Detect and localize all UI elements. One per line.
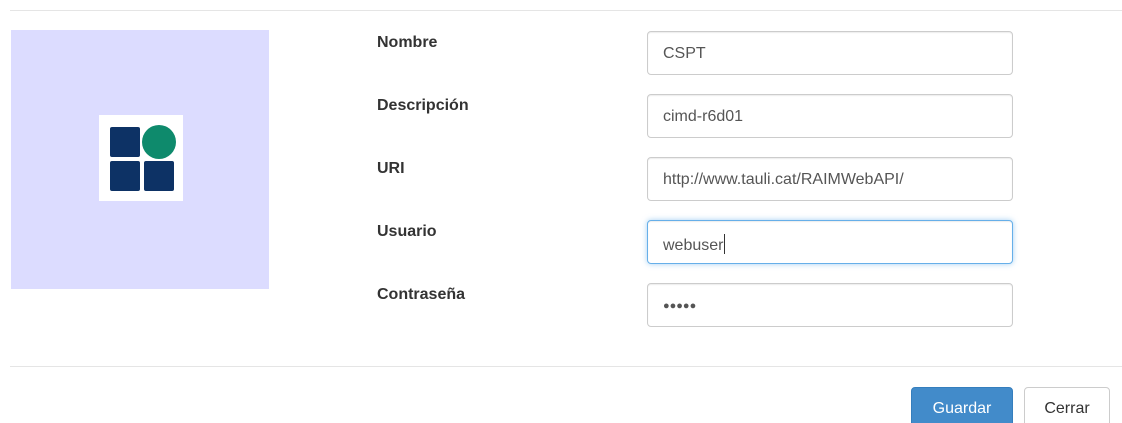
form-row-contrasena: Contraseña ●●●●● <box>377 283 1017 327</box>
save-button[interactable]: Guardar <box>911 387 1013 423</box>
logo-circle-top-right <box>142 125 176 159</box>
uri-input[interactable]: http://www.tauli.cat/RAIMWebAPI/ <box>647 157 1013 201</box>
form-row-uri: URI http://www.tauli.cat/RAIMWebAPI/ <box>377 157 1017 201</box>
descripcion-value: cimd-r6d01 <box>663 108 744 125</box>
logo-square-top-left <box>110 127 140 157</box>
form-row-nombre: Nombre CSPT <box>377 31 1017 75</box>
text-caret <box>724 234 726 254</box>
form-row-usuario: Usuario webuser <box>377 220 1017 264</box>
nombre-value: CSPT <box>663 45 706 62</box>
uri-label: URI <box>377 160 405 177</box>
footer-divider <box>10 366 1122 367</box>
contrasena-masked-value: ●●●●● <box>663 300 697 312</box>
form-row-descripcion: Descripción cimd-r6d01 <box>377 94 1017 138</box>
contrasena-label: Contraseña <box>377 286 466 303</box>
top-divider <box>10 10 1122 11</box>
uri-value: http://www.tauli.cat/RAIMWebAPI/ <box>663 171 904 188</box>
edit-connection-dialog: Nombre CSPT Descripción cimd-r6d01 URI h… <box>0 0 1122 423</box>
usuario-input[interactable]: webuser <box>647 220 1013 264</box>
usuario-value: webuser <box>663 237 724 254</box>
usuario-value-wrap: webuser <box>663 234 726 255</box>
nombre-input[interactable]: CSPT <box>647 31 1013 75</box>
descripcion-label: Descripción <box>377 97 469 114</box>
descripcion-input[interactable]: cimd-r6d01 <box>647 94 1013 138</box>
blocks-logo-icon <box>99 115 183 201</box>
logo-square-bottom-left <box>110 161 140 191</box>
close-button[interactable]: Cerrar <box>1024 387 1110 423</box>
logo-panel <box>11 30 269 289</box>
nombre-label: Nombre <box>377 34 438 51</box>
logo-square-bottom-right <box>144 161 174 191</box>
usuario-label: Usuario <box>377 223 437 240</box>
contrasena-input[interactable]: ●●●●● <box>647 283 1013 327</box>
